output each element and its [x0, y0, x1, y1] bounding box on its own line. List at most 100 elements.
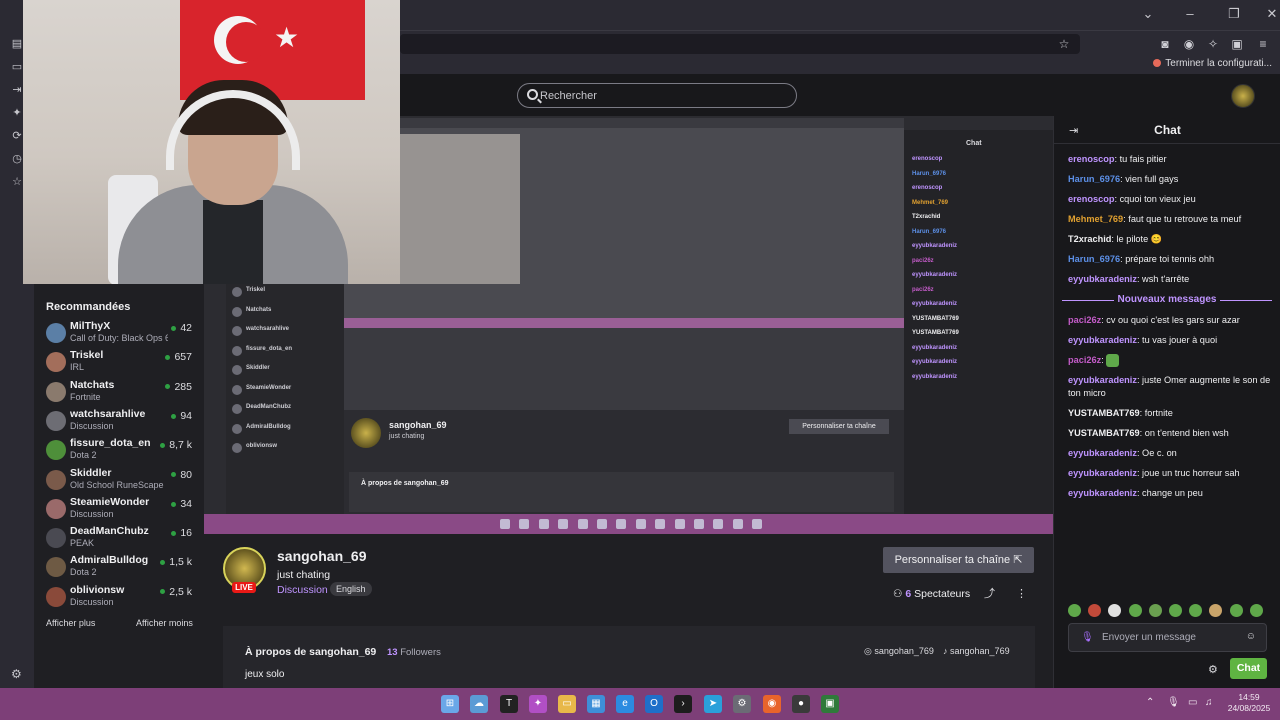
settings-gear-icon[interactable]: ⚙	[11, 668, 24, 681]
tab-list-chevron-icon[interactable]: ⌄	[1133, 6, 1163, 22]
copilot-icon[interactable]: ✦	[529, 695, 547, 713]
extensions-icon[interactable]: ✧	[1204, 35, 1222, 53]
emote-icon[interactable]	[1108, 604, 1122, 617]
account-icon[interactable]: ◉	[1180, 35, 1198, 53]
url-field[interactable]	[400, 34, 1080, 54]
chat-username[interactable]: eyyubkaradeniz	[1068, 375, 1137, 385]
sidebar-channel[interactable]: oblivionsw Discussion 2,5 k	[34, 583, 204, 611]
chat-username[interactable]: Mehmet_769	[1068, 214, 1123, 224]
chat-username[interactable]: paci26z	[1068, 315, 1101, 325]
show-more-link[interactable]: Afficher plus	[46, 618, 95, 628]
sidebar-channel[interactable]: DeadManChubz PEAK 16	[34, 524, 204, 552]
microphone-icon[interactable]: 🎙	[1081, 632, 1094, 643]
emote-icon[interactable]	[1229, 604, 1243, 617]
chat-send-button[interactable]: Chat	[1230, 658, 1267, 679]
share-icon[interactable]: ⤴	[984, 588, 996, 600]
emote-icon[interactable]	[1209, 604, 1223, 617]
show-less-link[interactable]: Afficher moins	[136, 618, 193, 628]
viewer-count-number: 6	[905, 588, 912, 600]
edge-icon[interactable]: e	[616, 695, 634, 713]
microphone-tray-icon[interactable]: 🎙	[1167, 697, 1180, 708]
emote-icon[interactable]	[1189, 604, 1203, 617]
app-icon[interactable]: ▣	[821, 695, 839, 713]
terminal-icon[interactable]: ›	[674, 695, 692, 713]
chat-username[interactable]: Harun_6976	[1068, 174, 1120, 184]
user-avatar[interactable]	[1231, 84, 1255, 108]
cloud-app-icon[interactable]: ☁	[470, 695, 488, 713]
telegram-icon[interactable]: ➤	[704, 695, 722, 713]
start-icon[interactable]: ⊞	[441, 695, 459, 713]
star-icon: ★	[274, 22, 300, 53]
settings-app-icon[interactable]: ⚙	[733, 695, 751, 713]
chat-username[interactable]: eyyubkaradeniz	[1068, 274, 1137, 284]
emote-icon[interactable]	[1088, 604, 1102, 617]
inner-chat-user: erenoscop	[912, 156, 943, 162]
bookmark-item[interactable]: Terminer la configurati...	[1153, 58, 1272, 69]
person-shirt	[203, 200, 263, 284]
close-icon[interactable]: ✕	[1257, 6, 1280, 22]
crescent-icon	[214, 16, 266, 64]
file-explorer-icon[interactable]: ▭	[558, 695, 576, 713]
sidebar-channel[interactable]: Triskel IRL 657	[34, 348, 204, 376]
chat-username[interactable]: Harun_6976	[1068, 254, 1120, 264]
sidebar-channel[interactable]: fissure_dota_en Dota 2 8,7 k	[34, 436, 204, 464]
inner-avatar	[232, 443, 242, 453]
emote-icon[interactable]	[1148, 604, 1162, 617]
language-tag[interactable]: English	[330, 582, 372, 596]
chat-username[interactable]: eyyubkaradeniz	[1068, 468, 1137, 478]
chat-username[interactable]: YUSTAMBAT769	[1068, 408, 1140, 418]
instagram-link[interactable]: ◎ sangohan_769	[864, 646, 934, 657]
search-input[interactable]: Rechercher	[517, 83, 797, 108]
chat-username[interactable]: T2xrachid	[1068, 234, 1111, 244]
tradingview-icon[interactable]: T	[500, 695, 518, 713]
chat-username[interactable]: erenoscop	[1068, 154, 1114, 164]
personalize-channel-button[interactable]: Personnaliser ta chaîne ⇱	[883, 547, 1034, 573]
chat-message-input[interactable]: 🎙 Envoyer un message ☺	[1068, 623, 1267, 652]
firefox-taskbar-icon[interactable]: ◉	[763, 695, 781, 713]
emote-icon[interactable]	[1128, 604, 1142, 617]
sidebar-channel[interactable]: watchsarahlive Discussion 94	[34, 407, 204, 435]
extension-icon[interactable]: ▣	[1228, 35, 1246, 53]
network-icon[interactable]: ▭	[1188, 697, 1197, 708]
obs-icon[interactable]: ●	[792, 695, 810, 713]
inner-chat-line: erenoscop	[912, 185, 942, 191]
more-options-icon[interactable]: ⋮	[1016, 588, 1028, 600]
stream-category[interactable]: Discussion	[277, 584, 328, 596]
sidebar-channel[interactable]: SteamieWonder Discussion 34	[34, 495, 204, 523]
menu-icon[interactable]: ≡	[1254, 35, 1272, 53]
sidebar-channel[interactable]: Skiddler Old School RuneScape 80	[34, 466, 204, 494]
inner-chat-user: T2xrachid	[912, 214, 941, 220]
sidebar-channel[interactable]: Natchats Fortnite 285	[34, 378, 204, 406]
minimize-icon[interactable]: –	[1175, 6, 1205, 21]
emote-icon[interactable]	[1249, 604, 1263, 617]
chat-username[interactable]: paci26z	[1068, 355, 1101, 365]
volume-icon[interactable]: ♫	[1205, 697, 1213, 708]
inner-sidebar-row: AdmiralBulldog	[232, 423, 342, 434]
tiktok-link[interactable]: ♪ sangohan_769	[943, 646, 1010, 656]
outlook-icon[interactable]: O	[645, 695, 663, 713]
store-icon[interactable]: ▦	[587, 695, 605, 713]
bookmark-star-icon[interactable]: ☆	[1055, 35, 1073, 53]
streamer-name[interactable]: sangohan_69	[277, 548, 366, 564]
chat-message: eyyubkaradeniz: Oe c. on	[1068, 447, 1274, 460]
sidebar-channel[interactable]: AdmiralBulldog Dota 2 1,5 k	[34, 553, 204, 581]
clock[interactable]: 14:59 24/08/2025	[1224, 692, 1274, 714]
webcam-overlay: ★	[23, 0, 400, 284]
restore-icon[interactable]: ❐	[1219, 6, 1249, 22]
chat-username[interactable]: eyyubkaradeniz	[1068, 488, 1137, 498]
chat-username[interactable]: erenoscop	[1068, 194, 1114, 204]
screenshot-icon[interactable]: ◙	[1156, 35, 1174, 53]
channel-avatar	[46, 352, 66, 373]
chat-username[interactable]: YUSTAMBAT769	[1068, 428, 1140, 438]
inner-taskbar-app-icon	[694, 519, 704, 529]
personalize-label: Personnaliser ta chaîne	[894, 554, 1011, 566]
tray-chevron-icon[interactable]: ⌃	[1146, 697, 1154, 708]
emote-picker-icon[interactable]: ☺	[1246, 631, 1256, 642]
chat-username[interactable]: eyyubkaradeniz	[1068, 335, 1137, 345]
chat-text: : prépare toi tennis ohh	[1120, 254, 1215, 264]
emote-icon[interactable]	[1169, 604, 1182, 617]
sidebar-channel[interactable]: MilThyX Call of Duty: Black Ops 6 42	[34, 319, 204, 347]
chat-username[interactable]: eyyubkaradeniz	[1068, 448, 1137, 458]
emote-icon[interactable]	[1068, 604, 1081, 617]
chat-settings-icon[interactable]: ⚙	[1208, 663, 1218, 676]
